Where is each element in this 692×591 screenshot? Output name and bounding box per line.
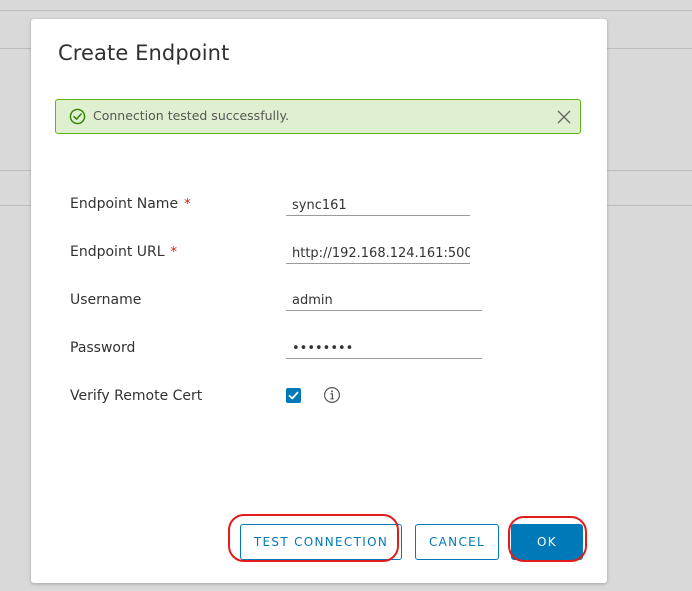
cancel-button[interactable]: CANCEL — [415, 524, 499, 560]
ok-button[interactable]: OK — [511, 524, 583, 560]
endpoint-name-input[interactable] — [286, 195, 470, 215]
verify-remote-cert-checkbox[interactable] — [286, 388, 301, 403]
endpoint-url-label-text: Endpoint URL — [70, 244, 165, 260]
endpoint-url-field[interactable] — [286, 242, 470, 264]
close-alert-button[interactable] — [553, 106, 575, 128]
endpoint-url-input[interactable] — [286, 243, 470, 263]
password-input[interactable] — [286, 338, 482, 358]
success-alert: Connection tested successfully. — [55, 99, 581, 134]
username-label: Username — [70, 292, 142, 308]
check-circle-icon — [69, 108, 86, 125]
verify-remote-cert-label: Verify Remote Cert — [70, 388, 203, 404]
password-label: Password — [70, 340, 136, 356]
endpoint-name-field[interactable] — [286, 194, 470, 216]
endpoint-url-label: Endpoint URL * — [70, 244, 177, 260]
close-icon — [557, 110, 571, 124]
endpoint-name-label-text: Endpoint Name — [70, 196, 179, 212]
required-marker: * — [184, 197, 191, 212]
background-divider — [0, 10, 692, 11]
create-endpoint-dialog: Create Endpoint Connection tested succes… — [31, 19, 607, 583]
username-input[interactable] — [286, 290, 482, 310]
password-field[interactable] — [286, 337, 482, 359]
info-icon[interactable] — [323, 386, 341, 404]
required-marker: * — [170, 245, 178, 260]
test-connection-button[interactable]: TEST CONNECTION — [240, 524, 402, 560]
dialog-title: Create Endpoint — [58, 41, 230, 65]
alert-message: Connection tested successfully. — [93, 108, 290, 123]
checkmark-icon — [288, 391, 299, 400]
endpoint-name-label: Endpoint Name * — [70, 196, 191, 212]
username-field[interactable] — [286, 289, 482, 311]
